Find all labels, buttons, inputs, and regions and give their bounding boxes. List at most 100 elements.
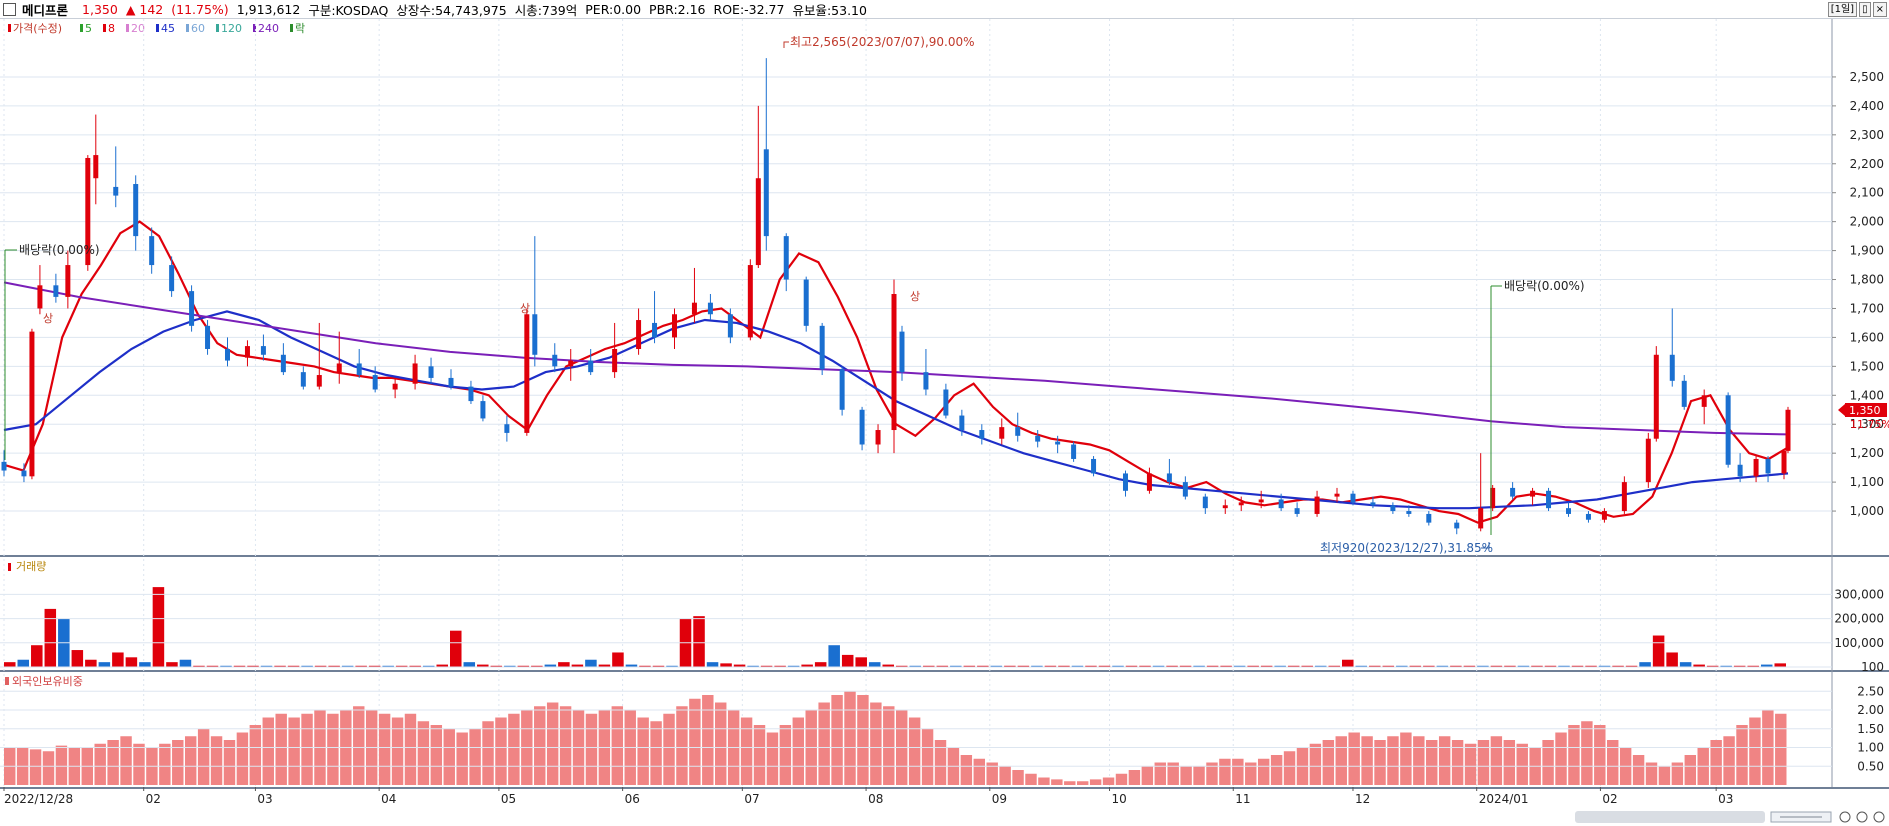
foreign-bar xyxy=(495,717,507,785)
candle-2023/01/10 xyxy=(53,285,59,297)
price-tick-label: 2,200 xyxy=(1850,157,1884,171)
date-tick-label: 04 xyxy=(381,792,396,806)
legend-fall-label: 락 xyxy=(295,22,305,35)
foreign-bar xyxy=(1503,740,1516,785)
candle-2023/05/08 xyxy=(524,314,530,433)
volume-bar xyxy=(1666,652,1678,667)
foreign-bar xyxy=(715,702,727,785)
legend-ma-mark xyxy=(216,24,219,32)
foreign-bar xyxy=(1257,758,1270,785)
candle-2023/01/20 xyxy=(93,155,99,179)
volume-bar xyxy=(112,652,124,667)
foreign-bar xyxy=(1490,736,1503,785)
foreign-legend-mark xyxy=(5,677,9,685)
volume-bar xyxy=(85,659,97,667)
candle-2023/03/03 xyxy=(260,346,266,355)
price-tick-label: 2,000 xyxy=(1850,215,1884,229)
candle-2023/02/27 xyxy=(244,346,250,358)
foreign-bar xyxy=(559,706,572,785)
candle-2024/01/10 xyxy=(1510,487,1516,497)
candle-2023/09/22 xyxy=(1071,444,1077,459)
foreign-tick-label: 1.50 xyxy=(1857,722,1884,736)
date-tick-label: 03 xyxy=(1718,792,1733,806)
upper-limit-mark: 상 xyxy=(910,290,920,303)
foreign-bar xyxy=(779,725,792,785)
candle-2023/07/07 xyxy=(763,149,769,237)
candle-2023/02/17 xyxy=(205,325,211,349)
zoom-reset-icon[interactable] xyxy=(1873,811,1885,823)
candle-2023/02/13 xyxy=(189,291,195,326)
price-tick-label: 2,300 xyxy=(1850,128,1884,142)
foreign-bar xyxy=(1335,736,1347,785)
foreign-bar xyxy=(1270,755,1283,785)
candle-2023/09/27 xyxy=(1091,458,1097,474)
foreign-bar xyxy=(1283,751,1296,785)
foreign-bar xyxy=(740,717,753,785)
chart-area[interactable]: 가격(수정) 5 8 20 45 60 120 240 락 1,000 1,100 1,200 1,3… xyxy=(0,0,1889,826)
foreign-bar xyxy=(236,732,249,785)
foreign-bar xyxy=(1658,766,1671,785)
foreign-bar xyxy=(1568,725,1580,785)
price-tick-label: 1,200 xyxy=(1850,446,1884,460)
foreign-bar xyxy=(508,713,520,785)
price-tick-label: 1,100 xyxy=(1850,475,1884,489)
volume-tick-label: 200,000 xyxy=(1834,612,1884,626)
volume-tick-label: 100 xyxy=(1861,660,1884,674)
candle-2022/12/28 xyxy=(1,461,7,471)
date-tick-label: 08 xyxy=(868,792,883,806)
foreign-bar xyxy=(1102,777,1115,785)
date-tick-label: 2022/12/28 xyxy=(4,792,73,806)
legend-ma-label: 20 xyxy=(131,22,145,35)
price-tick-label: 1,400 xyxy=(1850,388,1884,402)
candle-2024/02/02 xyxy=(1601,511,1607,520)
zoom-in-icon[interactable] xyxy=(1856,811,1868,823)
high-annotation: 최고2,565(2023/07/07),90.00% xyxy=(790,35,975,49)
candle-2024/02/07 xyxy=(1621,482,1627,512)
candle-2023/08/04 xyxy=(875,430,881,445)
foreign-bar xyxy=(1064,781,1076,785)
candle-2023/01/04 xyxy=(29,331,35,477)
candle-2023/10/11 xyxy=(1146,473,1152,491)
foreign-tick-label: 1.00 xyxy=(1857,741,1884,755)
zoom-out-icon[interactable] xyxy=(1839,811,1851,823)
date-tick-label: 07 xyxy=(744,792,759,806)
foreign-bar xyxy=(1115,773,1128,785)
date-tick-label: 02 xyxy=(146,792,161,806)
foreign-bar xyxy=(1607,740,1619,785)
foreign-bar xyxy=(391,717,404,785)
foreign-bar xyxy=(585,713,598,785)
foreign-bar xyxy=(611,706,624,785)
volume-tick-label: 300,000 xyxy=(1834,587,1884,601)
volume-bar xyxy=(152,587,165,667)
foreign-ownership-bars xyxy=(4,691,1787,785)
foreign-bar xyxy=(107,740,119,785)
volume-bar xyxy=(166,662,178,667)
candle-2023/04/27 xyxy=(480,401,486,419)
volume-bar xyxy=(31,645,43,667)
legend-ma-mark xyxy=(186,24,189,32)
candle-2023/06/05 xyxy=(636,320,642,349)
candle-2023/01/30 xyxy=(133,184,139,237)
date-tick-label: 2024/01 xyxy=(1479,792,1529,806)
foreign-bar xyxy=(1387,736,1399,785)
panel-divider xyxy=(0,787,1889,789)
date-tick-label: 12 xyxy=(1355,792,1370,806)
foreign-bar xyxy=(430,725,443,785)
candle-2023/10/05 xyxy=(1122,473,1128,491)
candle-2024/01/02 xyxy=(1478,508,1484,529)
candle-2023/10/25 xyxy=(1202,496,1208,509)
foreign-bar xyxy=(1426,740,1438,785)
foreign-bar xyxy=(1542,740,1554,785)
candle-2023/12/15 xyxy=(1406,511,1412,514)
candle-2024/03/18 xyxy=(1781,450,1787,474)
date-tick-label: 09 xyxy=(992,792,1007,806)
volume-bars xyxy=(4,587,1786,667)
foreign-bar xyxy=(1322,740,1335,785)
volume-bar xyxy=(17,659,30,667)
foreign-bar xyxy=(1632,755,1645,785)
legend-ma-label: 240 xyxy=(258,22,279,35)
legend-price-label: 가격(수정) xyxy=(13,22,62,35)
foreign-bar xyxy=(327,713,339,785)
price-tick-label: 2,400 xyxy=(1850,99,1884,113)
horizontal-scrollbar[interactable] xyxy=(1575,811,1765,823)
